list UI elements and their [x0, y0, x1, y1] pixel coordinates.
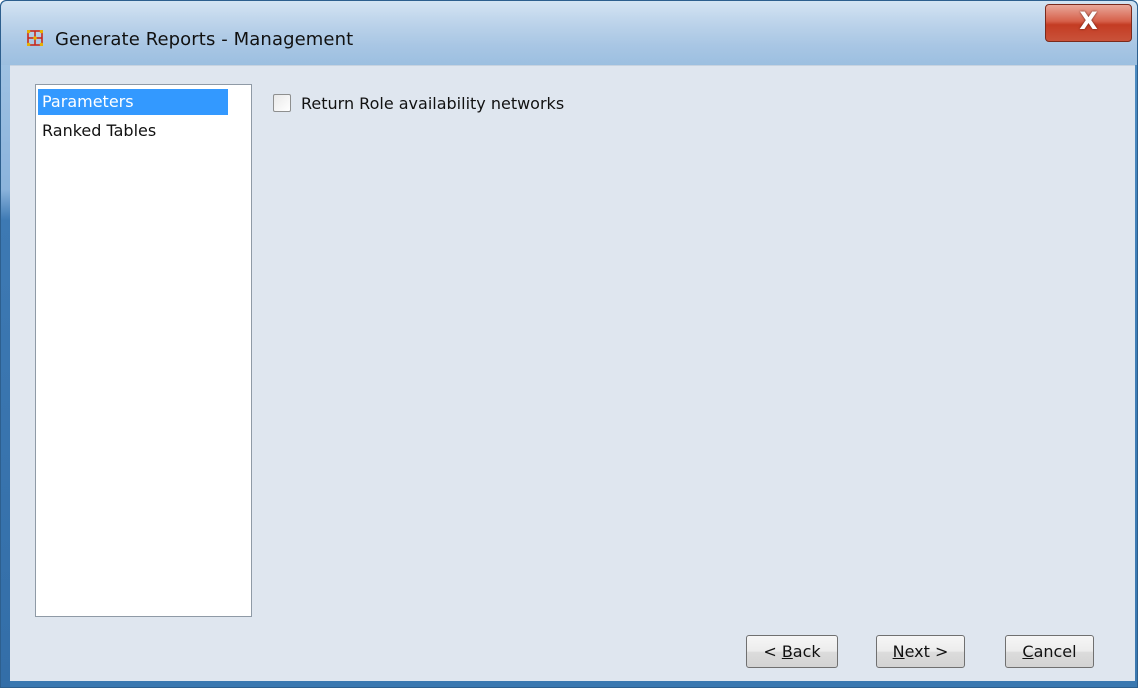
next-button-mnemonic: N	[892, 642, 905, 661]
back-button-mnemonic: B	[781, 642, 793, 661]
close-icon: X	[1079, 7, 1098, 35]
close-button[interactable]: X	[1045, 4, 1132, 42]
back-button[interactable]: < Back	[746, 635, 838, 668]
role-availability-option[interactable]: Return Role availability networks	[273, 91, 564, 115]
role-availability-label: Return Role availability networks	[301, 93, 565, 113]
client-area: Parameters Ranked Tables Return Role ava…	[10, 65, 1135, 681]
nav-item-parameters[interactable]: Parameters	[38, 89, 228, 115]
back-button-prefix: <	[763, 642, 782, 661]
nav-item-label: Parameters	[42, 92, 134, 111]
window-title: Generate Reports - Management	[55, 29, 354, 50]
network-grid-icon	[26, 29, 44, 47]
nav-item-label: Ranked Tables	[42, 121, 157, 140]
window-frame-left	[1, 65, 10, 687]
nav-item-ranked-tables[interactable]: Ranked Tables	[38, 118, 228, 144]
cancel-button-rest: ancel	[1033, 642, 1077, 661]
role-availability-checkbox[interactable]	[273, 94, 291, 112]
report-section-list[interactable]: Parameters Ranked Tables	[35, 84, 252, 617]
next-button-rest: ext >	[904, 642, 949, 661]
cancel-button-mnemonic: C	[1022, 642, 1034, 661]
cancel-button[interactable]: Cancel	[1005, 635, 1094, 668]
dialog-window: Generate Reports - Management X Paramete…	[0, 0, 1138, 688]
next-button[interactable]: Next >	[876, 635, 965, 668]
title-bar[interactable]: Generate Reports - Management X	[1, 1, 1137, 65]
back-button-rest: ack	[792, 642, 821, 661]
